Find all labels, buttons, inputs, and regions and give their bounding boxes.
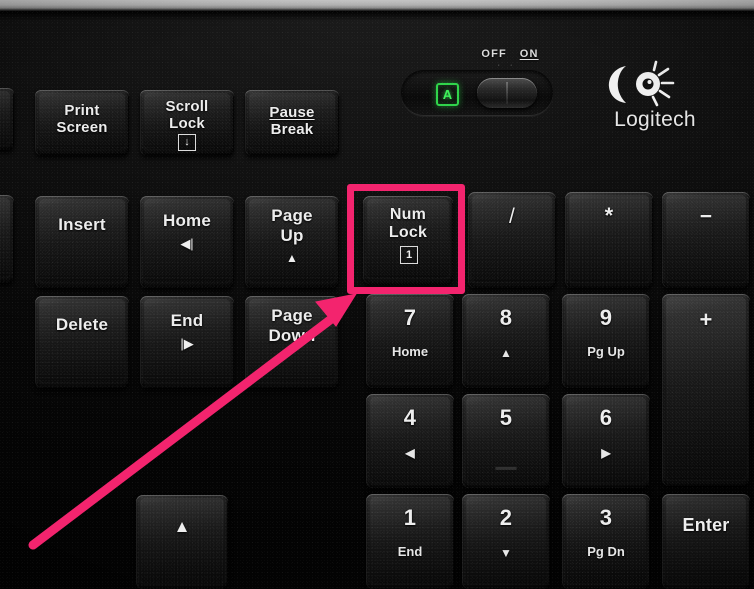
status-led-a-label: A (442, 87, 453, 102)
key-numpad-divide[interactable]: / (468, 192, 556, 288)
key-pause-break[interactable]: Pause Break (245, 90, 339, 155)
key-numpad-multiply[interactable]: * (565, 192, 653, 288)
key-home[interactable]: Home ◀| (140, 196, 234, 288)
key-scroll-lock[interactable]: Scroll Lock ↓ (140, 90, 234, 155)
key-scroll-lock-indicator-icon: ↓ (178, 134, 196, 151)
key-numpad-7[interactable]: 7 Home (366, 294, 454, 388)
key-print-screen[interactable]: Print Screen (35, 90, 129, 155)
key-partial-left-2[interactable] (0, 195, 14, 283)
key-page-down[interactable]: Page Down (245, 296, 339, 388)
brand-name: Logitech (614, 108, 696, 131)
key-numpad-minus[interactable]: − (662, 192, 750, 288)
key-numpad-4[interactable]: 4 ◀ (366, 394, 454, 488)
key-end[interactable]: End |▶ (140, 296, 234, 388)
key-numpad-2[interactable]: 2 ▼ (462, 494, 550, 589)
key-num-lock-indicator-icon: 1 (400, 246, 418, 264)
key-num-lock[interactable]: Num Lock 1 (363, 196, 453, 284)
power-switch-labels: OFF ON (470, 48, 550, 60)
status-led-a: A (436, 83, 459, 106)
brand-logo: Logitech (596, 58, 714, 136)
power-switch-knob[interactable] (477, 78, 537, 108)
key-numpad-5[interactable]: 5 (462, 394, 550, 488)
key-numpad-9[interactable]: 9 Pg Up (562, 294, 650, 388)
keyboard-photo: OFF ON ·· A Logitech Print Screen Scroll… (0, 0, 754, 589)
key-numpad-plus[interactable]: + (662, 294, 750, 486)
key-insert[interactable]: Insert (35, 196, 129, 288)
key-numpad-1[interactable]: 1 End (366, 494, 454, 589)
logitech-mark-icon (608, 60, 675, 107)
keyboard-top-edge (0, 0, 754, 11)
key-numpad-6[interactable]: 6 ▶ (562, 394, 650, 488)
power-switch-ticks: ·· (497, 62, 523, 69)
key-numpad-enter[interactable]: Enter (662, 494, 750, 589)
power-switch-on-label: ON (519, 48, 539, 60)
keyboard-top-edge-shadow (0, 11, 754, 21)
power-switch-off-label: OFF (481, 48, 507, 60)
key-numpad-5-homing-bar (495, 466, 517, 469)
key-numpad-3[interactable]: 3 Pg Dn (562, 494, 650, 589)
power-switch[interactable] (401, 70, 553, 116)
key-arrow-up[interactable]: ▲ (136, 495, 228, 589)
key-delete[interactable]: Delete (35, 296, 129, 388)
key-numpad-8[interactable]: 8 ▲ (462, 294, 550, 388)
key-partial-left[interactable] (0, 88, 14, 150)
key-page-up[interactable]: Page Up ▲ (245, 196, 339, 288)
